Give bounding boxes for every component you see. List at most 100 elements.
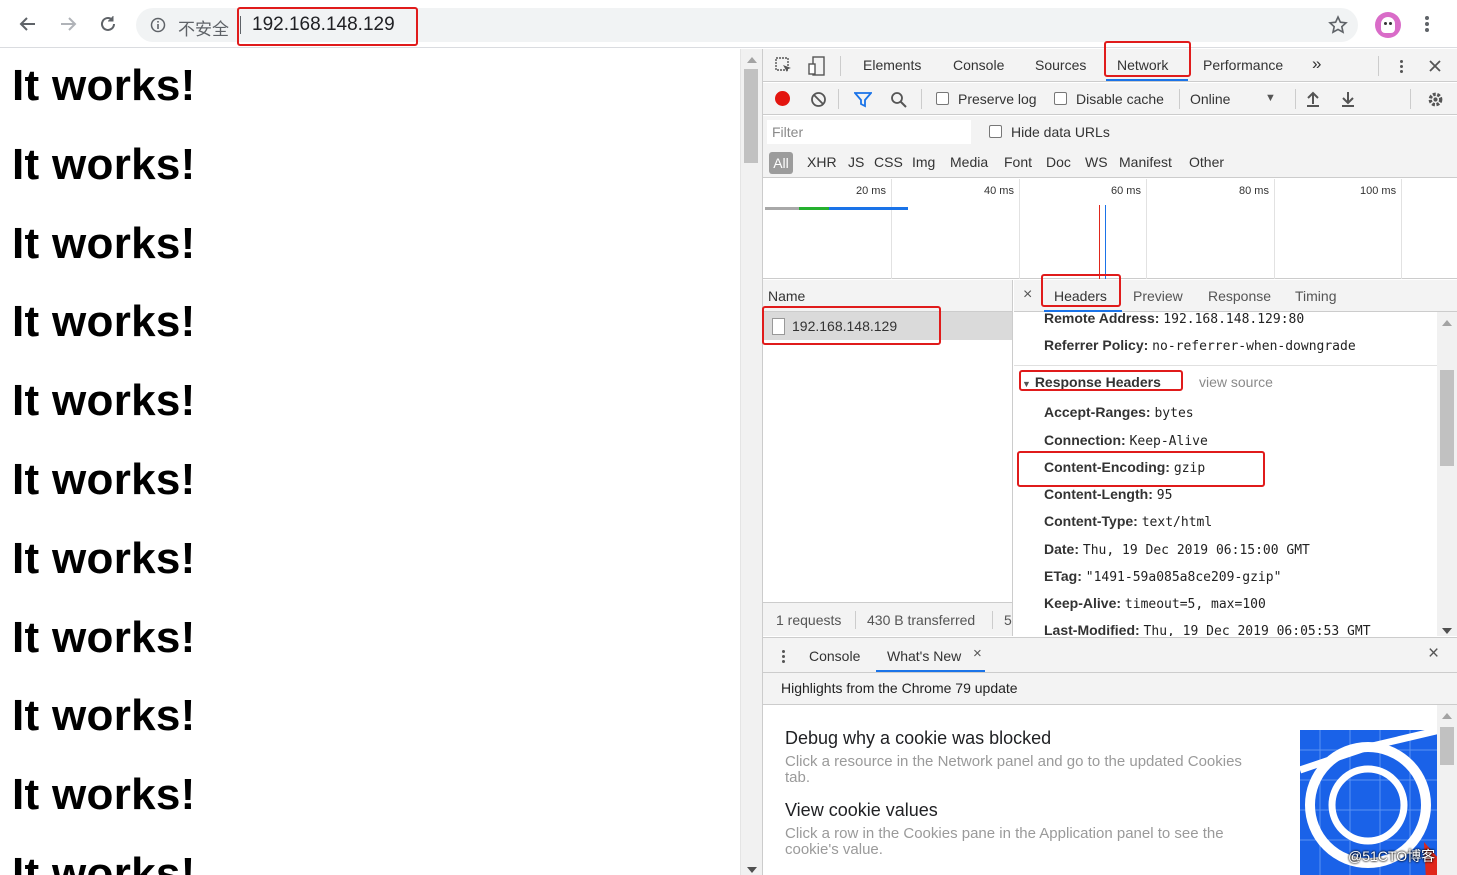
tab-sources[interactable]: Sources	[1035, 57, 1086, 73]
network-overview-timeline[interactable]: 20 ms 40 ms 60 ms 80 ms 100 ms	[763, 179, 1457, 279]
filter-funnel-icon[interactable]	[854, 91, 872, 108]
close-devtools-icon[interactable]	[1427, 58, 1443, 74]
network-status-bar: 1 requests 430 B transferred 5	[763, 602, 1013, 636]
tab-response[interactable]: Response	[1208, 288, 1271, 304]
forward-arrow-icon	[61, 17, 77, 31]
tab-timing[interactable]: Timing	[1295, 288, 1337, 304]
headers-scrollbar[interactable]	[1437, 312, 1457, 636]
headers-scroll-thumb[interactable]	[1440, 370, 1454, 466]
page-line: It works!	[12, 455, 196, 504]
browser-toolbar: 不安全 192.168.148.129	[0, 0, 1457, 48]
tab-elements[interactable]: Elements	[863, 57, 921, 73]
view-source-link[interactable]: view source	[1199, 374, 1273, 390]
device-toolbar-icon[interactable]	[807, 55, 827, 77]
drawer-scroll-thumb[interactable]	[1440, 727, 1454, 765]
type-filter-doc[interactable]: Doc	[1046, 154, 1071, 170]
header-line: Content-Length: 95	[1044, 486, 1172, 503]
drawer-menu-icon[interactable]	[780, 647, 786, 665]
reload-button[interactable]	[96, 12, 120, 36]
disable-cache-checkbox[interactable]	[1054, 92, 1067, 105]
url-annotation-box	[237, 7, 418, 46]
timeline-gridline	[891, 179, 892, 279]
page-scrollbar[interactable]	[740, 49, 762, 875]
domcontentloaded-line	[1105, 205, 1106, 279]
drawer-tab-whats-new[interactable]: What's New	[887, 648, 961, 664]
clear-icon[interactable]	[810, 91, 827, 108]
active-drawer-tab-indicator	[876, 670, 985, 672]
page-line: It works!	[12, 613, 196, 662]
header-value: 192.168.148.129:80	[1163, 312, 1305, 327]
tab-performance[interactable]: Performance	[1203, 57, 1283, 73]
back-arrow-icon	[19, 17, 35, 31]
timeline-label: 80 ms	[1239, 185, 1269, 197]
feature-description: Click a resource in the Network panel an…	[785, 753, 1242, 786]
preserve-log-checkbox[interactable]	[936, 92, 949, 105]
feature-title[interactable]: Debug why a cookie was blocked	[785, 728, 1051, 749]
inspect-element-icon[interactable]	[774, 56, 794, 76]
headers-tab-annotation-box	[1041, 274, 1121, 307]
profile-avatar[interactable]	[1375, 12, 1401, 38]
resource-type-filter: All XHR JS CSS Img Media Font Doc WS Man…	[763, 148, 1457, 178]
forward-button[interactable]	[56, 12, 80, 36]
timeline-gridline	[1146, 179, 1147, 279]
page-line: It works!	[12, 219, 196, 268]
feature-title[interactable]: View cookie values	[785, 800, 938, 821]
header-value: Thu, 19 Dec 2019 06:15:00 GMT	[1082, 543, 1310, 558]
search-icon[interactable]	[890, 91, 908, 109]
type-filter-manifest[interactable]: Manifest	[1119, 154, 1172, 170]
type-filter-css[interactable]: CSS	[874, 154, 903, 170]
gear-icon[interactable]	[1426, 90, 1445, 109]
header-line: Content-Type: text/html	[1044, 513, 1212, 530]
back-button[interactable]	[16, 12, 40, 36]
type-filter-ws[interactable]: WS	[1085, 154, 1108, 170]
tab-console[interactable]: Console	[953, 57, 1004, 73]
header-key: Remote Address:	[1044, 312, 1160, 326]
screen: 不安全 192.168.148.129 It works! It works! …	[0, 0, 1457, 875]
tab-preview[interactable]: Preview	[1133, 288, 1183, 304]
type-filter-img[interactable]: Img	[912, 154, 935, 170]
header-key: Accept-Ranges:	[1044, 404, 1151, 420]
page-scroll-thumb[interactable]	[744, 69, 758, 163]
scroll-down-icon[interactable]	[747, 867, 757, 873]
type-filter-js[interactable]: JS	[848, 154, 864, 170]
info-icon[interactable]	[150, 17, 166, 33]
type-filter-xhr[interactable]: XHR	[807, 154, 837, 170]
filter-row: Filter Hide data URLs	[763, 116, 1457, 148]
chevron-down-icon[interactable]: ▼	[1265, 92, 1276, 104]
network-toolbar: Preserve log Disable cache Online ▼	[763, 83, 1457, 115]
bookmark-star-icon[interactable]	[1328, 15, 1348, 35]
status-divider	[992, 611, 993, 629]
timeline-label: 20 ms	[856, 185, 886, 197]
more-tabs-icon[interactable]: »	[1312, 54, 1321, 74]
close-detail-icon[interactable]: ×	[1023, 286, 1032, 304]
throttling-select[interactable]: Online	[1190, 91, 1230, 107]
type-filter-font[interactable]: Font	[1004, 154, 1032, 170]
timeline-gridline	[1019, 179, 1020, 279]
chrome-menu-button[interactable]	[1419, 14, 1435, 34]
header-line: Referrer Policy: no-referrer-when-downgr…	[1044, 337, 1356, 354]
scroll-up-icon[interactable]	[1442, 320, 1452, 326]
whats-new-subtitle: Highlights from the Chrome 79 update	[781, 680, 1018, 696]
record-icon[interactable]	[775, 91, 790, 106]
export-har-icon[interactable]	[1340, 90, 1356, 108]
devtools-menu-icon[interactable]	[1395, 57, 1407, 75]
header-line: Accept-Ranges: bytes	[1044, 404, 1194, 421]
import-har-icon[interactable]	[1305, 90, 1321, 108]
header-value: no-referrer-when-downgrade	[1152, 339, 1356, 354]
network-tab-annotation-box	[1104, 41, 1191, 77]
filter-input[interactable]: Filter	[767, 120, 971, 144]
type-filter-other[interactable]: Other	[1189, 154, 1224, 170]
scroll-up-icon[interactable]	[747, 57, 757, 63]
type-filter-all[interactable]: All	[769, 152, 793, 174]
drawer-scrollbar[interactable]	[1437, 705, 1457, 875]
drawer-tab-console[interactable]: Console	[809, 648, 860, 664]
type-filter-media[interactable]: Media	[950, 154, 988, 170]
toolbar-divider	[838, 89, 839, 109]
close-drawer-icon[interactable]: ×	[1428, 643, 1439, 665]
header-line: Remote Address: 192.168.148.129:80	[1044, 312, 1304, 327]
scroll-down-icon[interactable]	[1442, 628, 1452, 634]
header-key: Content-Type:	[1044, 513, 1138, 529]
hide-data-urls-checkbox[interactable]	[989, 125, 1002, 138]
scroll-up-icon[interactable]	[1442, 713, 1452, 719]
close-tab-icon[interactable]: ×	[973, 645, 982, 662]
